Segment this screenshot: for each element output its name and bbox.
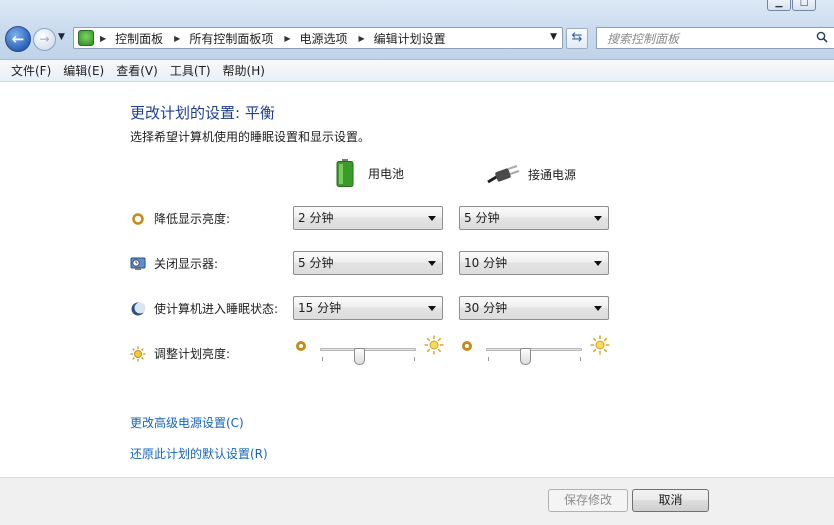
control-panel-icon xyxy=(78,30,94,46)
dim-display-plugged-select[interactable]: 5 分钟 xyxy=(459,206,609,230)
recent-pages-dropdown[interactable]: ▼ xyxy=(58,32,65,42)
column-battery-label: 用电池 xyxy=(368,166,405,181)
slider-track[interactable] xyxy=(320,348,416,365)
row-brightness-label: 调整计划亮度: xyxy=(154,347,231,361)
menu-help[interactable]: 帮助(H) xyxy=(217,62,271,79)
breadcrumb-power-options[interactable]: 电源选项 xyxy=(300,30,348,47)
search-input[interactable]: 搜索控制面板 xyxy=(596,27,834,49)
main-content: 更改计划的设置: 平衡 选择希望计算机使用的睡眠设置和显示设置。 用电池 接通电… xyxy=(0,83,834,477)
dim-brightness-icon xyxy=(462,341,472,351)
forward-button[interactable]: → xyxy=(33,28,56,51)
row-dim-display: 降低显示亮度: xyxy=(130,210,230,227)
breadcrumb-separator-icon[interactable]: ▶ xyxy=(100,34,106,43)
page-subtitle: 选择希望计算机使用的睡眠设置和显示设置。 xyxy=(130,130,371,144)
dim-display-battery-select[interactable]: 2 分钟 xyxy=(293,206,443,230)
brightness-battery-slider[interactable] xyxy=(296,335,446,365)
breadcrumb-separator-icon[interactable]: ▶ xyxy=(359,34,365,43)
turn-off-display-battery-value: 5 分钟 xyxy=(298,256,334,270)
sleep-moon-icon xyxy=(131,302,146,315)
breadcrumb-all-items[interactable]: 所有控制面板项 xyxy=(189,30,273,47)
slider-tick xyxy=(322,357,323,361)
breadcrumb-control-panel[interactable]: 控制面板 xyxy=(115,30,163,47)
maximize-button[interactable]: □ xyxy=(792,0,816,11)
breadcrumb-edit-plan[interactable]: 编辑计划设置 xyxy=(374,30,446,47)
row-dim-display-label: 降低显示亮度: xyxy=(154,212,231,226)
row-sleep: 使计算机进入睡眠状态: xyxy=(130,300,278,317)
brightness-plugged-slider[interactable] xyxy=(462,335,612,365)
chevron-down-icon xyxy=(428,261,436,266)
search-icon[interactable] xyxy=(816,31,828,43)
sleep-battery-value: 15 分钟 xyxy=(298,301,342,315)
menu-file[interactable]: 文件(F) xyxy=(5,62,57,79)
sleep-plugged-select[interactable]: 30 分钟 xyxy=(459,296,609,320)
restore-defaults-link[interactable]: 还原此计划的默认设置(R) xyxy=(130,445,268,462)
sleep-plugged-value: 30 分钟 xyxy=(464,301,508,315)
menu-view[interactable]: 查看(V) xyxy=(110,62,164,79)
menu-edit[interactable]: 编辑(E) xyxy=(57,62,110,79)
slider-tick xyxy=(580,357,581,361)
breadcrumb-separator-icon[interactable]: ▶ xyxy=(284,34,290,43)
power-plug-icon xyxy=(487,165,520,184)
monitor-off-icon xyxy=(130,257,146,270)
slider-thumb[interactable] xyxy=(520,348,531,365)
chevron-down-icon xyxy=(594,306,602,311)
save-changes-button[interactable]: 保存修改 xyxy=(548,489,628,512)
chevron-down-icon xyxy=(428,216,436,221)
address-bar[interactable]: ▶ 控制面板 ▶ 所有控制面板项 ▶ 电源选项 ▶ 编辑计划设置 ▼ xyxy=(73,27,563,49)
turn-off-display-plugged-value: 10 分钟 xyxy=(464,256,508,270)
bright-sun-icon xyxy=(424,335,444,355)
advanced-power-settings-link[interactable]: 更改高级电源设置(C) xyxy=(130,414,244,431)
chevron-down-icon xyxy=(594,261,602,266)
search-placeholder: 搜索控制面板 xyxy=(607,31,680,46)
slider-track[interactable] xyxy=(486,348,582,365)
forward-arrow-icon: → xyxy=(39,32,50,46)
minimize-button[interactable]: ▁ xyxy=(767,0,791,11)
column-plugged-label: 接通电源 xyxy=(528,167,577,182)
menu-tools[interactable]: 工具(T) xyxy=(164,62,217,79)
button-bar: 保存修改 取消 xyxy=(0,477,834,525)
back-button[interactable]: ← xyxy=(5,26,31,52)
sun-icon xyxy=(130,346,146,361)
slider-thumb[interactable] xyxy=(354,348,365,365)
window-controls: ▁ □ xyxy=(767,0,816,11)
sleep-battery-select[interactable]: 15 分钟 xyxy=(293,296,443,320)
dim-brightness-icon xyxy=(132,212,144,225)
turn-off-display-plugged-select[interactable]: 10 分钟 xyxy=(459,251,609,275)
row-turn-off-display-label: 关闭显示器: xyxy=(154,257,219,271)
cancel-button[interactable]: 取消 xyxy=(632,489,709,512)
chevron-down-icon xyxy=(428,306,436,311)
row-brightness: 调整计划亮度: xyxy=(130,345,230,362)
column-header-plugged: 接通电源 xyxy=(486,164,576,184)
refresh-button[interactable]: ⇆ xyxy=(566,28,588,49)
battery-icon xyxy=(336,159,354,187)
slider-tick xyxy=(414,357,415,361)
refresh-icon: ⇆ xyxy=(571,30,583,45)
title-and-address-area: ▁ □ ← → ▼ ▶ 控制面板 ▶ 所有控制面板项 ▶ 电源选项 ▶ 编辑计划… xyxy=(0,0,834,60)
turn-off-display-battery-select[interactable]: 5 分钟 xyxy=(293,251,443,275)
dim-display-battery-value: 2 分钟 xyxy=(298,211,334,225)
dim-display-plugged-value: 5 分钟 xyxy=(464,211,500,225)
bright-sun-icon xyxy=(590,335,610,355)
menu-bar: 文件(F) 编辑(E) 查看(V) 工具(T) 帮助(H) xyxy=(0,60,834,82)
back-arrow-icon: ← xyxy=(11,30,25,48)
row-turn-off-display: 关闭显示器: xyxy=(130,255,218,272)
column-header-battery: 用电池 xyxy=(336,159,404,187)
dim-brightness-icon xyxy=(296,341,306,351)
row-sleep-label: 使计算机进入睡眠状态: xyxy=(154,302,279,316)
address-dropdown-icon[interactable]: ▼ xyxy=(550,32,557,42)
chevron-down-icon xyxy=(594,216,602,221)
page-title: 更改计划的设置: 平衡 xyxy=(130,104,275,122)
breadcrumb-separator-icon[interactable]: ▶ xyxy=(174,34,180,43)
slider-tick xyxy=(488,357,489,361)
